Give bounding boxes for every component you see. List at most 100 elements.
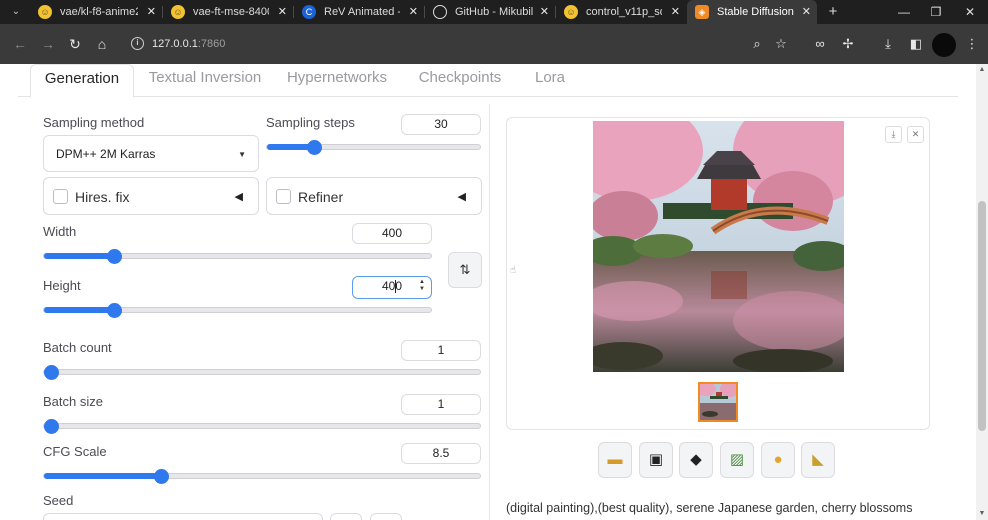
browser-tab-stable-diffusion[interactable]: ◈ Stable Diffusion ✕ <box>687 0 817 24</box>
refiner-label: Refiner <box>298 189 344 205</box>
random-seed-button[interactable] <box>330 513 362 520</box>
seed-label: Seed <box>43 493 74 508</box>
seed-input[interactable] <box>43 513 323 520</box>
swap-dimensions-button[interactable]: ⇅ <box>448 252 482 288</box>
home-icon[interactable]: ⌂ <box>92 34 112 54</box>
ruler-icon: ◣ <box>812 451 824 468</box>
height-label: Height <box>43 278 81 293</box>
sampling-method-dropdown[interactable]: DPM++ 2M Karras ▼ <box>43 135 259 172</box>
palette-icon: ● <box>773 451 783 468</box>
new-tab-button[interactable]: + <box>823 2 843 22</box>
send-to-inpaint-button[interactable]: ● <box>761 442 795 478</box>
browser-address-bar: ← → ↻ ⌂ i 127.0.0.1:7860 ⌕ ☆ ∞ ✢ ⤓ ◧ ⋮ <box>0 24 988 64</box>
site-info-icon[interactable]: i <box>131 37 144 50</box>
slider-handle[interactable] <box>44 419 59 434</box>
huggingface-icon: ☺ <box>171 5 185 19</box>
reuse-seed-button[interactable] <box>370 513 402 520</box>
slider-handle[interactable] <box>154 469 169 484</box>
extensions-puzzle-icon[interactable]: ✢ <box>838 34 858 54</box>
tab-search-chevron-icon[interactable]: ⌄ <box>6 3 26 21</box>
browser-tab-vae-ft[interactable]: ☺ vae-ft-mse-84000 ✕ <box>163 0 293 24</box>
batch-count-slider[interactable] <box>43 365 481 380</box>
main-tabs: Generation Textual Inversion Hypernetwor… <box>18 64 958 98</box>
batch-size-input[interactable]: 1 <box>401 394 481 415</box>
scrollbar-thumb[interactable] <box>978 201 986 431</box>
send-to-img2img-button[interactable]: ▨ <box>720 442 754 478</box>
save-button[interactable]: ▣ <box>639 442 673 478</box>
slider-handle[interactable] <box>107 249 122 264</box>
send-to-extras-button[interactable]: ◣ <box>801 442 835 478</box>
tab-textual-inversion[interactable]: Textual Inversion <box>144 64 266 97</box>
tab-lora[interactable]: Lora <box>528 64 572 97</box>
url-field[interactable]: 127.0.0.1:7860 <box>152 35 225 53</box>
sampling-steps-input[interactable]: 30 <box>401 114 481 135</box>
tab-checkpoints[interactable]: Checkpoints <box>412 64 508 97</box>
scroll-up-icon[interactable]: ▲ <box>976 64 988 76</box>
batch-count-label: Batch count <box>43 340 112 355</box>
open-folder-button[interactable]: ▬ <box>598 442 632 478</box>
height-slider[interactable] <box>43 303 432 318</box>
browser-tab-rev-animated[interactable]: C ReV Animated - v ✕ <box>294 0 424 24</box>
close-window-icon[interactable]: ✕ <box>954 0 986 24</box>
extension-glasses-icon[interactable]: ∞ <box>810 34 830 54</box>
collapse-triangle-icon[interactable]: ◀ <box>235 178 243 216</box>
close-tab-icon[interactable]: ✕ <box>147 0 156 24</box>
close-tab-icon[interactable]: ✕ <box>671 0 680 24</box>
slider-handle[interactable] <box>44 365 59 380</box>
generated-image[interactable] <box>593 121 844 372</box>
scroll-down-icon[interactable]: ▼ <box>976 508 988 520</box>
tab-hypernetworks[interactable]: Hypernetworks <box>280 64 394 97</box>
cfg-scale-input[interactable]: 8.5 <box>401 443 481 464</box>
number-spinner-icon[interactable]: ▲ ▼ <box>419 279 425 293</box>
sampling-steps-slider[interactable] <box>266 140 481 155</box>
gallery-thumbnail[interactable] <box>698 382 738 422</box>
huggingface-icon: ☺ <box>38 5 52 19</box>
browser-tab-github[interactable]: GitHub - Mikubill/ ✕ <box>425 0 555 24</box>
restore-window-icon[interactable]: ❐ <box>920 0 952 24</box>
image-gallery: ☝ ⤓ ✕ <box>506 117 930 430</box>
slider-fill <box>44 307 116 313</box>
close-tab-icon[interactable]: ✕ <box>278 0 287 24</box>
refiner-accordion[interactable]: Refiner ◀ <box>266 177 482 215</box>
hires-fix-checkbox[interactable] <box>53 189 68 204</box>
stable-diffusion-icon: ◈ <box>695 5 709 19</box>
slider-handle[interactable] <box>107 303 122 318</box>
browser-tab-title: Stable Diffusion <box>717 6 794 18</box>
forward-arrow-icon[interactable]: → <box>38 34 58 54</box>
close-tab-icon[interactable]: ✕ <box>409 0 418 24</box>
browser-tab-vae-kl[interactable]: ☺ vae/kl-f8-anime2.c ✕ <box>30 0 162 24</box>
download-image-icon[interactable]: ⤓ <box>885 126 902 143</box>
hires-fix-accordion[interactable]: Hires. fix ◀ <box>43 177 259 215</box>
browser-menu-icon[interactable]: ⋮ <box>962 34 982 54</box>
page-scrollbar[interactable]: ▲ ▼ <box>976 64 988 520</box>
width-input[interactable]: 400 <box>352 223 432 244</box>
refiner-checkbox[interactable] <box>276 189 291 204</box>
sampling-method-label: Sampling method <box>43 115 145 130</box>
zip-icon: ◆ <box>690 451 702 468</box>
minimize-window-icon[interactable]: — <box>888 0 920 24</box>
bookmark-star-icon[interactable]: ☆ <box>771 34 791 54</box>
side-panel-icon[interactable]: ◧ <box>906 34 926 54</box>
zoom-icon[interactable]: ⌕ <box>747 34 767 54</box>
browser-tab-bar: ⌄ ☺ vae/kl-f8-anime2.c ✕ ☺ vae-ft-mse-84… <box>0 0 988 24</box>
slider-handle[interactable] <box>307 140 322 155</box>
batch-size-slider[interactable] <box>43 419 481 434</box>
width-slider[interactable] <box>43 249 432 264</box>
close-image-icon[interactable]: ✕ <box>907 126 924 143</box>
browser-tab-control[interactable]: ☺ control_v11p_sd1: ✕ <box>556 0 686 24</box>
profile-avatar[interactable] <box>932 33 956 57</box>
close-tab-icon[interactable]: ✕ <box>540 0 549 24</box>
cfg-scale-slider[interactable] <box>43 469 481 484</box>
download-icon[interactable]: ⤓ <box>878 34 898 54</box>
close-tab-icon[interactable]: ✕ <box>802 0 811 24</box>
height-input[interactable]: 400 ▲ ▼ <box>352 276 432 299</box>
batch-count-input[interactable]: 1 <box>401 340 481 361</box>
tab-generation[interactable]: Generation <box>30 64 134 98</box>
reload-icon[interactable]: ↻ <box>65 34 85 54</box>
height-value: 400 <box>381 279 403 293</box>
generation-settings-panel: Sampling method DPM++ 2M Karras ▼ Sampli… <box>30 110 490 520</box>
collapse-triangle-icon[interactable]: ◀ <box>458 178 466 216</box>
output-panel: ☝ ⤓ ✕ ▬ ▣ ◆ ▨ ● ◣ (digital painting),(be… <box>489 104 947 520</box>
zip-button[interactable]: ◆ <box>679 442 713 478</box>
back-arrow-icon[interactable]: ← <box>10 34 30 54</box>
